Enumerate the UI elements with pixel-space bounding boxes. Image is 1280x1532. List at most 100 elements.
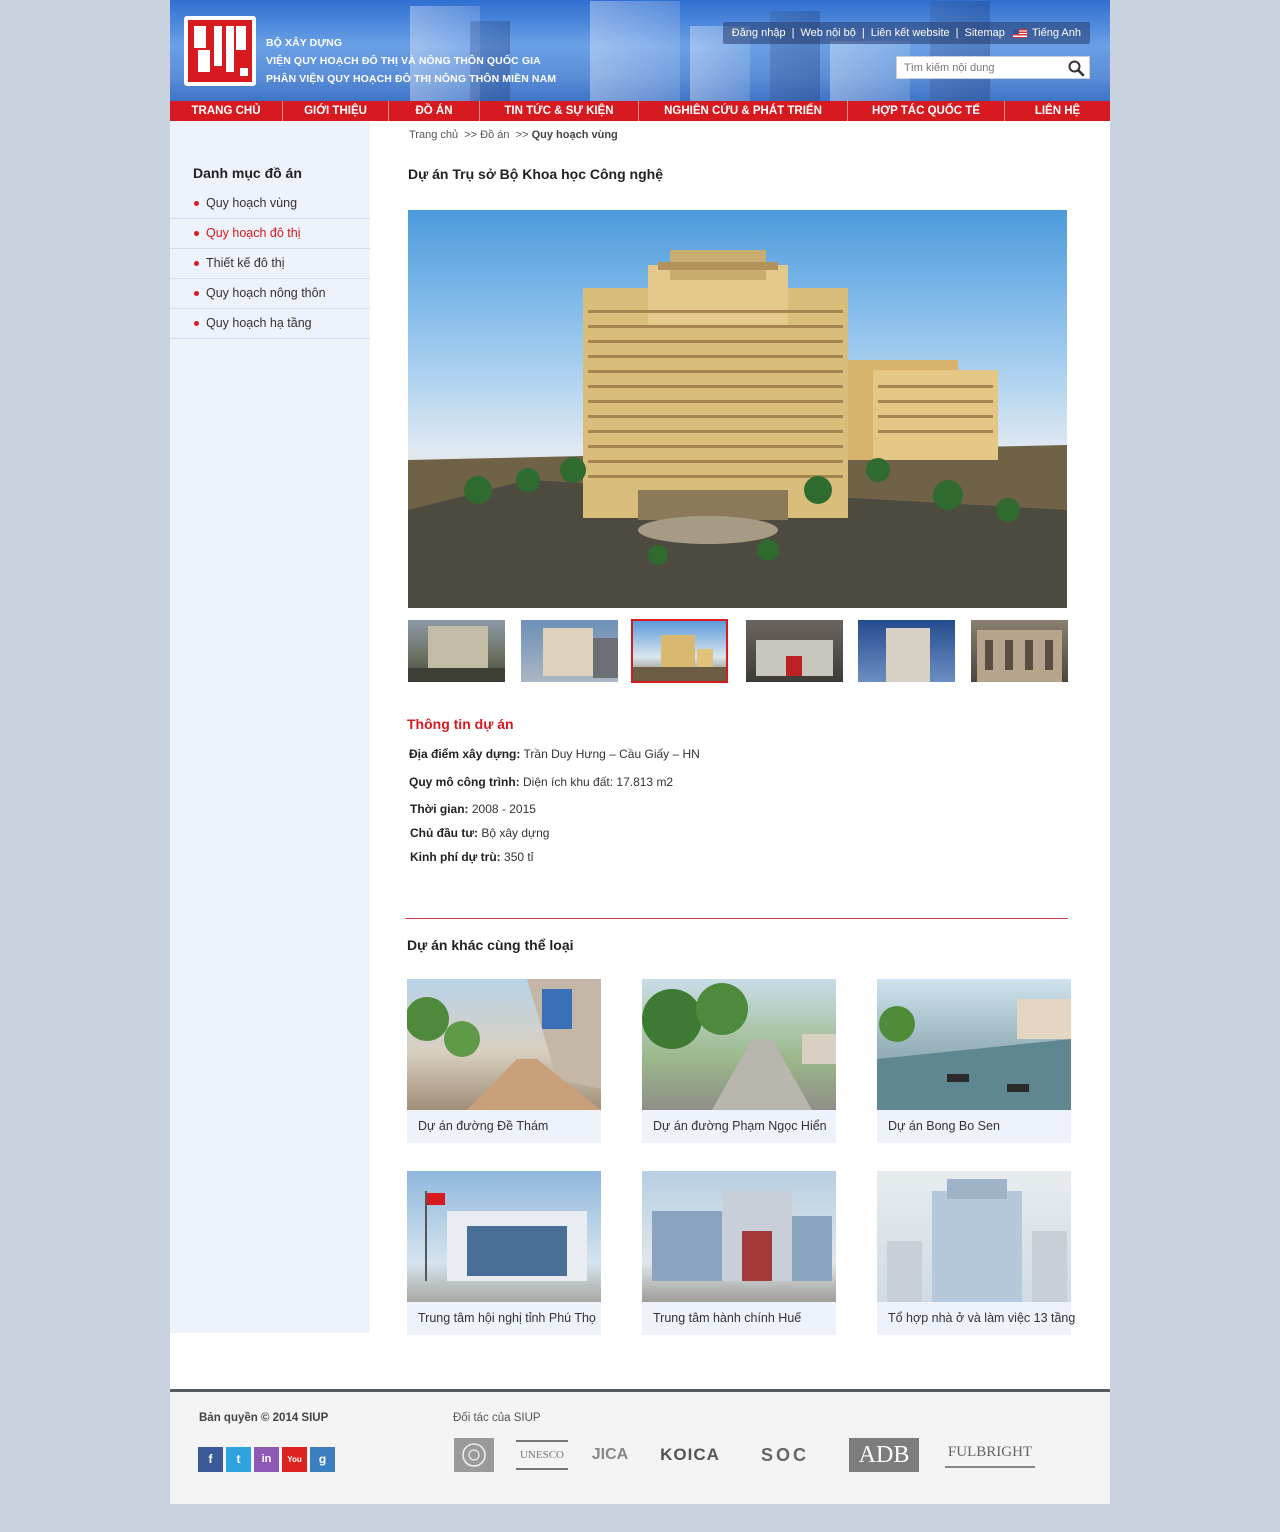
search-box xyxy=(896,56,1090,79)
main-nav: TRANG CHỦ GIỚI THIỆU ĐỒ ÁN TIN TỨC & SỰ … xyxy=(170,101,1110,121)
related-title[interactable]: Tổ hợp nhà ở và làm việc 13 tầng xyxy=(888,1311,1075,1325)
divider xyxy=(405,918,1068,919)
separator: | xyxy=(955,27,959,39)
facebook-icon[interactable]: f xyxy=(198,1447,223,1472)
related-title[interactable]: Dự án Bong Bo Sen xyxy=(888,1119,1000,1133)
related-title[interactable]: Trung tâm hội nghị tỉnh Phú Thọ xyxy=(418,1311,596,1325)
org-line: BỘ XÂY DỰNG xyxy=(266,37,343,49)
nav-research[interactable]: NGHIÊN CỨU & PHÁT TRIỂN xyxy=(639,101,848,121)
footer: Bản quyền © 2014 SIUP f t in You g Đối t… xyxy=(170,1389,1110,1504)
related-title[interactable]: Dự án đường Đề Thám xyxy=(418,1119,548,1133)
nav-cooperation[interactable]: HỢP TÁC QUỐC TẾ xyxy=(848,101,1005,121)
thumbnail[interactable] xyxy=(521,620,618,682)
info-label: Kinh phí dự trù: xyxy=(410,850,501,864)
sidebar-item-urban-planning[interactable]: Quy hoạch đô thị xyxy=(170,219,370,249)
info-value: 350 tỉ xyxy=(504,850,534,864)
sidebar-title: Danh mục đồ án xyxy=(193,165,302,181)
breadcrumb-separator: >> xyxy=(464,129,478,141)
thumbnail-strip xyxy=(408,619,1068,683)
linkedin-icon[interactable]: in xyxy=(254,1447,279,1472)
thumbnail[interactable] xyxy=(858,620,955,682)
page: BỘ XÂY DỰNG VIỆN QUY HOẠCH ĐÔ THỊ VÀ NÔN… xyxy=(170,0,1110,1504)
nav-about[interactable]: GIỚI THIỆU xyxy=(283,101,389,121)
copyright: Bản quyền © 2014 SIUP xyxy=(199,1412,329,1424)
us-flag-icon xyxy=(1012,28,1027,38)
info-row-location: Địa điểm xây dựng: Trần Duy Hưng – Cầu G… xyxy=(409,747,700,761)
adb-logo[interactable]: ADB xyxy=(849,1438,919,1472)
twitter-icon[interactable]: t xyxy=(226,1447,251,1472)
un-logo[interactable] xyxy=(453,1437,495,1473)
info-value: 2008 - 2015 xyxy=(471,802,536,816)
nav-news[interactable]: TIN TỨC & SỰ KIỆN xyxy=(480,101,639,121)
breadcrumb-current: Quy hoạch vùng xyxy=(531,129,618,141)
sidebar-item-regional-planning[interactable]: Quy hoạch vùng xyxy=(170,189,370,219)
related-heading: Dự án khác cùng thể loại xyxy=(407,937,574,953)
info-row-scale: Quy mô công trình: Diện ích khu đất: 17.… xyxy=(409,775,673,789)
thumbnail[interactable] xyxy=(746,620,843,682)
info-value: Bộ xây dựng xyxy=(481,826,550,840)
org-line: VIỆN QUY HOẠCH ĐÔ THỊ VÀ NÔNG THÔN QUỐC … xyxy=(266,55,541,67)
google-plus-icon[interactable]: g xyxy=(310,1447,335,1472)
breadcrumb-separator: >> xyxy=(515,129,529,141)
breadcrumb: Trang chủ >> Đồ án >> Quy hoạch vùng xyxy=(409,129,618,141)
related-card[interactable]: Dự án đường Phạm Ngọc Hiển xyxy=(642,979,836,1143)
website-links-link[interactable]: Liên kết website xyxy=(871,27,950,39)
sidebar-menu: Quy hoạch vùng Quy hoạch đô thị Thiết kế… xyxy=(170,189,370,339)
intranet-link[interactable]: Web nội bộ xyxy=(800,27,855,39)
related-card[interactable]: Tổ hợp nhà ở và làm việc 13 tầng xyxy=(877,1171,1075,1335)
separator: | xyxy=(791,27,795,39)
related-card[interactable]: Trung tâm hành chính Huế xyxy=(642,1171,836,1335)
nav-projects[interactable]: ĐỒ ÁN xyxy=(389,101,480,121)
org-line: PHÂN VIỆN QUY HOẠCH ĐÔ THỊ NÔNG THÔN MIỀ… xyxy=(266,73,557,85)
related-card[interactable]: Dự án Bong Bo Sen xyxy=(877,979,1071,1143)
social-links: f t in You g xyxy=(198,1447,335,1472)
search-input[interactable] xyxy=(904,60,1064,76)
info-row-investor: Chủ đầu tư: Bộ xây dựng xyxy=(410,826,549,840)
related-image xyxy=(642,979,836,1110)
siup-logo[interactable] xyxy=(184,16,256,86)
jica-logo[interactable]: JICA xyxy=(588,1437,632,1473)
related-image xyxy=(407,979,601,1110)
info-value: Trần Duy Hưng – Cầu Giấy – HN xyxy=(523,747,700,761)
info-value: Diện ích khu đất: 17.813 m2 xyxy=(523,775,674,789)
thumbnail[interactable] xyxy=(971,620,1068,682)
breadcrumb-projects[interactable]: Đồ án xyxy=(480,129,509,141)
sidebar: Danh mục đồ án Quy hoạch vùng Quy hoạch … xyxy=(170,121,370,1333)
page-title: Dự án Trụ sở Bộ Khoa học Công nghệ xyxy=(408,166,663,182)
youtube-icon[interactable]: You xyxy=(282,1447,307,1472)
sidebar-item-infrastructure-planning[interactable]: Quy hoạch hạ tầng xyxy=(170,309,370,339)
related-image xyxy=(877,1171,1071,1302)
info-label: Địa điểm xây dựng: xyxy=(409,747,521,761)
sitemap-link[interactable]: Sitemap xyxy=(965,27,1005,39)
unesco-logo[interactable]: UNESCO xyxy=(516,1440,568,1470)
nav-home[interactable]: TRANG CHỦ xyxy=(170,101,283,121)
language-link[interactable]: Tiếng Anh xyxy=(1032,27,1081,39)
breadcrumb-home[interactable]: Trang chủ xyxy=(409,129,458,141)
fulbright-logo[interactable]: FULBRIGHT xyxy=(945,1438,1035,1468)
partners-heading: Đối tác của SIUP xyxy=(453,1412,541,1424)
project-main-image xyxy=(408,210,1067,608)
related-image xyxy=(407,1171,601,1302)
sidebar-item-rural-planning[interactable]: Quy hoạch nông thôn xyxy=(170,279,370,309)
sidebar-item-urban-design[interactable]: Thiết kế đô thị xyxy=(170,249,370,279)
nav-contact[interactable]: LIÊN HỆ xyxy=(1005,101,1110,121)
related-image xyxy=(642,1171,836,1302)
thumbnail[interactable] xyxy=(408,620,505,682)
thumbnail-selected[interactable] xyxy=(631,619,728,683)
soc-logo[interactable]: SOC xyxy=(747,1437,823,1473)
info-row-time: Thời gian: 2008 - 2015 xyxy=(410,802,536,816)
related-card[interactable]: Trung tâm hội nghị tỉnh Phú Thọ xyxy=(407,1171,601,1335)
koica-logo[interactable]: KOICA xyxy=(652,1437,728,1473)
search-icon[interactable] xyxy=(1067,59,1085,77)
related-title[interactable]: Dự án đường Phạm Ngọc Hiển xyxy=(653,1119,827,1133)
info-label: Chủ đầu tư: xyxy=(410,826,479,840)
organization-name: BỘ XÂY DỰNG VIỆN QUY HOẠCH ĐÔ THỊ VÀ NÔN… xyxy=(266,34,556,88)
info-label: Quy mô công trình: xyxy=(409,775,520,789)
login-link[interactable]: Đăng nhập xyxy=(732,27,786,39)
related-title[interactable]: Trung tâm hành chính Huế xyxy=(653,1311,801,1325)
related-card[interactable]: Dự án đường Đề Thám xyxy=(407,979,601,1143)
related-image xyxy=(877,979,1071,1110)
header: BỘ XÂY DỰNG VIỆN QUY HOẠCH ĐÔ THỊ VÀ NÔN… xyxy=(170,0,1110,101)
top-links: Đăng nhập | Web nội bộ | Liên kết websit… xyxy=(722,22,1090,44)
project-info-heading: Thông tin dự án xyxy=(407,716,514,732)
